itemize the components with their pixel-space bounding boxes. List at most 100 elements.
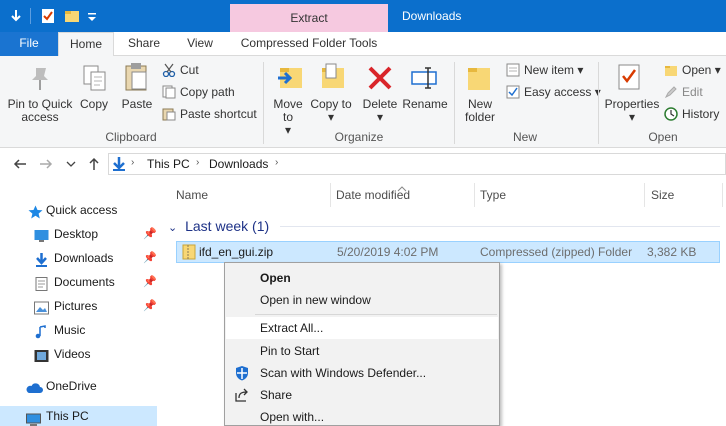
menu-item-open[interactable]: Open <box>226 267 498 289</box>
open-folder-icon <box>664 63 678 77</box>
computer-icon <box>26 411 41 426</box>
pin-icon <box>28 64 52 95</box>
extract-context-tab[interactable]: Extract <box>230 4 388 32</box>
nav-item-downloads[interactable]: Downloads 📌 <box>0 246 157 270</box>
menu-item-pin-to-start[interactable]: Pin to Start <box>226 340 498 362</box>
share-icon <box>234 387 250 403</box>
group-collapse-chevron-icon[interactable]: ⌄ <box>168 222 177 234</box>
column-divider[interactable] <box>474 183 475 207</box>
pinned-icon: 📌 <box>143 300 157 312</box>
file-name: ifd_en_gui.zip <box>199 245 274 259</box>
menu-item-share[interactable]: Share <box>226 384 498 406</box>
new-folder-button[interactable]: New folder <box>458 98 502 124</box>
address-bar[interactable] <box>108 153 726 175</box>
pinned-icon: 📌 <box>143 228 157 240</box>
delete-icon <box>366 64 394 95</box>
history-button[interactable]: History <box>664 104 719 124</box>
star-icon <box>28 203 43 219</box>
column-divider[interactable] <box>644 183 645 207</box>
properties-qat-icon[interactable] <box>40 8 56 24</box>
pictures-icon <box>34 299 49 315</box>
paste-shortcut-button[interactable]: Paste shortcut <box>162 104 257 124</box>
qat-divider <box>30 8 31 24</box>
breadcrumb-downloads[interactable]: Downloads <box>209 157 268 171</box>
new-item-icon <box>506 63 520 77</box>
easy-access-icon <box>506 85 520 99</box>
edit-button[interactable]: Edit <box>664 82 703 102</box>
rename-button[interactable]: Rename <box>402 98 448 111</box>
up-arrow-icon[interactable] <box>86 156 102 175</box>
breadcrumb-chevron-icon[interactable]: › <box>131 157 134 168</box>
group-divider <box>280 226 720 227</box>
zip-file-icon <box>182 244 196 264</box>
tab-share[interactable]: Share <box>118 32 170 56</box>
new-folder-icon <box>466 62 492 95</box>
organize-group-label: Organize <box>334 130 384 144</box>
column-header-date-modified[interactable]: Date modified <box>336 183 410 207</box>
downloads-location-icon <box>112 156 126 175</box>
file-size: 3,382 KB <box>647 245 697 259</box>
clipboard-group-label: Clipboard <box>105 130 157 144</box>
new-group-label: New <box>512 130 537 144</box>
column-header-type[interactable]: Type <box>480 183 506 207</box>
nav-item-quick-access[interactable]: Quick access <box>0 198 157 222</box>
windows-defender-icon <box>234 365 250 381</box>
forward-arrow-icon[interactable] <box>38 156 54 175</box>
tab-home[interactable]: Home <box>58 32 114 57</box>
customize-qat-icon[interactable] <box>84 8 100 24</box>
breadcrumb-chevron-icon[interactable]: › <box>275 157 278 168</box>
column-divider[interactable] <box>330 183 331 207</box>
nav-item-onedrive[interactable]: OneDrive <box>0 374 157 398</box>
back-arrow-icon[interactable] <box>12 156 28 175</box>
paste-button[interactable]: Paste <box>118 98 156 111</box>
breadcrumb-chevron-icon[interactable]: › <box>196 157 199 168</box>
table-row[interactable]: ifd_en_gui.zip 5/20/2019 4:02 PM Compres… <box>176 241 720 263</box>
menu-item-scan-with-defender[interactable]: Scan with Windows Defender... <box>226 362 498 384</box>
tab-view[interactable]: View <box>174 32 226 56</box>
cut-button[interactable]: Cut <box>162 60 199 80</box>
menu-item-open-in-new-window[interactable]: Open in new window <box>226 289 498 311</box>
copy-to-button[interactable]: Copy to ▾ <box>310 98 352 124</box>
download-arrow-icon <box>34 251 49 267</box>
menu-item-open-with[interactable]: Open with... <box>226 406 498 426</box>
nav-item-this-pc[interactable]: This PC <box>0 406 157 426</box>
new-folder-qat-icon[interactable] <box>64 8 80 24</box>
pin-to-quick-access-button[interactable]: Pin to Quick access <box>4 98 76 124</box>
music-note-icon <box>34 323 49 339</box>
copy-button[interactable]: Copy <box>76 98 112 111</box>
properties-icon <box>616 62 642 95</box>
paste-shortcut-icon <box>162 107 176 121</box>
column-divider[interactable] <box>722 183 723 207</box>
open-group-label: Open <box>648 130 678 144</box>
edit-icon <box>664 85 678 99</box>
videos-icon <box>34 347 49 362</box>
column-header-size[interactable]: Size <box>651 183 674 207</box>
nav-item-videos[interactable]: Videos <box>0 342 157 366</box>
group-header-last-week[interactable]: ⌄ Last week (1) <box>168 216 269 236</box>
nav-item-pictures[interactable]: Pictures 📌 <box>0 294 157 318</box>
recent-locations-chevron-icon[interactable] <box>66 158 76 172</box>
easy-access-button[interactable]: Easy access ▾ <box>506 82 601 102</box>
new-item-button[interactable]: New item ▾ <box>506 60 583 80</box>
column-header-name[interactable]: Name <box>176 183 208 207</box>
move-to-icon <box>276 62 304 95</box>
breadcrumb-this-pc[interactable]: This PC <box>147 157 190 171</box>
properties-button[interactable]: Properties ▾ <box>602 98 662 124</box>
copy-to-icon <box>318 62 346 95</box>
quick-access-down-icon[interactable] <box>8 8 24 24</box>
menu-item-extract-all[interactable]: Extract All... <box>226 317 498 339</box>
menu-separator <box>255 314 497 315</box>
copy-path-button[interactable]: Copy path <box>162 82 235 102</box>
open-button[interactable]: Open ▾ <box>664 60 721 80</box>
nav-item-music[interactable]: Music <box>0 318 157 342</box>
nav-item-documents[interactable]: Documents 📌 <box>0 270 157 294</box>
documents-icon <box>34 275 49 291</box>
file-type: Compressed (zipped) Folder <box>480 245 633 259</box>
nav-item-desktop[interactable]: Desktop 📌 <box>0 222 157 246</box>
history-icon <box>664 107 678 121</box>
delete-button[interactable]: Delete ▾ <box>358 98 402 124</box>
tab-file[interactable]: File <box>0 32 58 56</box>
cloud-icon <box>26 379 43 393</box>
tab-compressed-folder-tools[interactable]: Compressed Folder Tools <box>232 32 386 56</box>
copy-icon <box>82 64 108 95</box>
